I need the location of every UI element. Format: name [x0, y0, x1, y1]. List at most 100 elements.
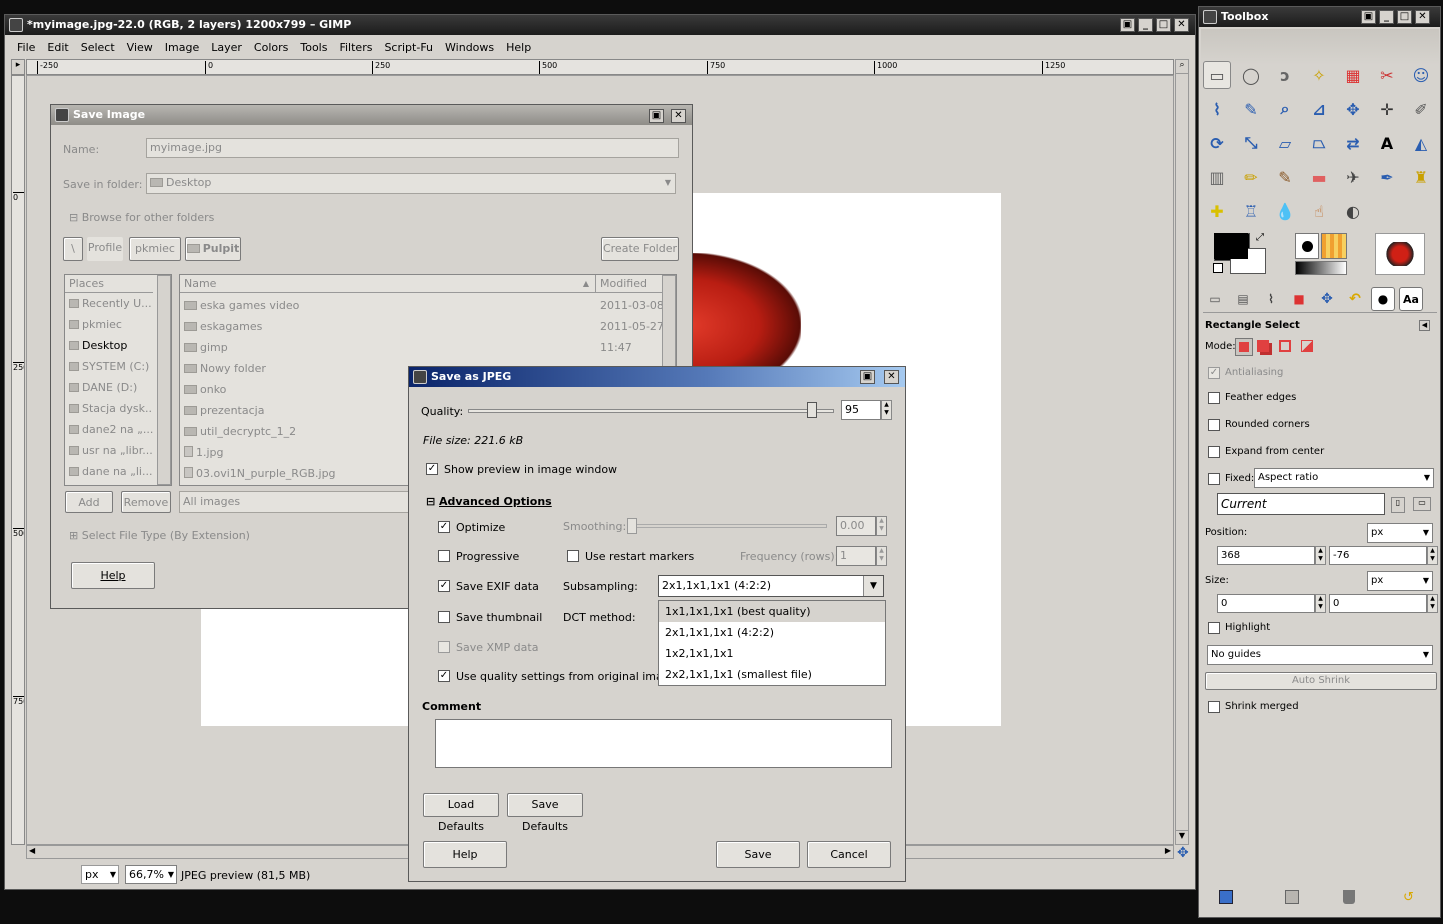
scale-icon[interactable]: ⤡ — [1237, 129, 1265, 157]
size-height-field[interactable]: 0 — [1329, 594, 1427, 613]
frequency-value-field[interactable]: 1 — [836, 546, 876, 566]
eraser-icon[interactable]: ▬ — [1305, 163, 1333, 191]
position-y-spin[interactable]: ▲ ▼ — [1427, 546, 1438, 565]
dodge-burn-icon[interactable]: ◐ — [1339, 197, 1367, 225]
smoothing-spin[interactable]: ▲ ▼ — [876, 516, 887, 536]
color-picker-icon[interactable]: ✎ — [1237, 95, 1265, 123]
perspective-icon[interactable]: ⏢ — [1305, 129, 1333, 157]
align-icon[interactable]: ✛ — [1373, 95, 1401, 123]
bucket-fill-icon[interactable]: ◭ — [1407, 129, 1435, 157]
blend-icon[interactable]: ▥ — [1203, 163, 1231, 191]
cancel-button[interactable]: Cancel — [807, 841, 891, 868]
path-profile-button[interactable]: Profile — [87, 237, 123, 261]
save-thumbnail-checkbox[interactable] — [438, 611, 450, 623]
menu-image[interactable]: Image — [159, 39, 205, 57]
blur-icon[interactable]: 💧 — [1271, 197, 1299, 225]
quality-value-field[interactable]: 95 — [841, 400, 881, 420]
save-defaults-button[interactable]: Save Defaults — [507, 793, 583, 833]
menu-view[interactable]: View — [121, 39, 159, 57]
add-place-button[interactable]: Add — [65, 491, 113, 513]
place-item[interactable]: Desktop — [65, 335, 153, 356]
ellipse-select-icon[interactable]: ◯ — [1237, 61, 1265, 89]
modified-column-header[interactable]: Modified — [596, 275, 662, 293]
pencil-icon[interactable]: ✏ — [1237, 163, 1265, 191]
fuzzy-select-icon[interactable]: ✧ — [1305, 61, 1333, 89]
ruler-corner[interactable]: ▸ — [11, 59, 25, 75]
mode-replace-icon[interactable] — [1235, 338, 1253, 356]
close-button[interactable]: ✕ — [1174, 18, 1189, 32]
comment-textarea[interactable] — [435, 719, 892, 768]
airbrush-icon[interactable]: ✈ — [1339, 163, 1367, 191]
portrait-icon[interactable]: ▯ — [1391, 497, 1405, 513]
fonts-tab[interactable]: Aa — [1399, 287, 1423, 311]
flip-icon[interactable]: ⇄ — [1339, 129, 1367, 157]
swap-colors-icon[interactable]: ⤢ — [1256, 232, 1264, 243]
heal-icon[interactable]: ✚ — [1203, 197, 1231, 225]
default-colors-icon[interactable] — [1213, 263, 1223, 273]
fixed-mode-select[interactable]: Aspect ratio ▼ — [1254, 468, 1434, 488]
save-xmp-checkbox[interactable] — [438, 641, 450, 653]
place-item[interactable]: Recently U... — [65, 293, 153, 314]
channels-tab[interactable]: ■ — [1287, 287, 1311, 311]
optimize-checkbox[interactable]: ✓ — [438, 521, 450, 533]
progressive-checkbox[interactable] — [438, 550, 450, 562]
navigation-tab[interactable]: ✥ — [1315, 287, 1339, 311]
scissors-icon[interactable]: ✂ — [1373, 61, 1401, 89]
select-by-color-icon[interactable]: ▦ — [1339, 61, 1367, 89]
gradient-indicator[interactable] — [1295, 261, 1347, 275]
shear-icon[interactable]: ▱ — [1271, 129, 1299, 157]
perspective-clone-icon[interactable]: ♖ — [1237, 197, 1265, 225]
maximize-button[interactable]: □ — [1397, 10, 1412, 24]
smoothing-value-field[interactable]: 0.00 — [836, 516, 876, 536]
position-x-spin[interactable]: ▲ ▼ — [1315, 546, 1326, 565]
menu-tools[interactable]: Tools — [294, 39, 333, 57]
save-exif-checkbox[interactable]: ✓ — [438, 580, 450, 592]
unit-select[interactable]: px ▼ — [81, 865, 119, 884]
mode-add-icon[interactable] — [1257, 340, 1269, 352]
place-item[interactable]: dane2 na „... — [65, 419, 153, 440]
position-y-field[interactable]: -76 — [1329, 546, 1427, 565]
size-unit-select[interactable]: px ▼ — [1367, 571, 1433, 591]
restore-options-icon[interactable] — [1285, 890, 1299, 904]
place-item[interactable]: DANE (D:) — [65, 377, 153, 398]
file-row[interactable]: eska games video 2011-03-08 — [180, 295, 662, 316]
vertical-scrollbar[interactable]: ⌕ ▼ — [1175, 59, 1189, 845]
remove-place-button[interactable]: Remove — [121, 491, 171, 513]
place-item[interactable]: Stacja dysk... — [65, 398, 153, 419]
free-select-icon[interactable]: ↄ — [1271, 61, 1299, 89]
menu-layer[interactable]: Layer — [205, 39, 248, 57]
place-item[interactable]: usr na „libr... — [65, 440, 153, 461]
guides-select[interactable]: No guides ▼ — [1207, 645, 1433, 665]
mode-intersect-icon[interactable] — [1301, 340, 1313, 352]
crop-icon[interactable]: ✐ — [1407, 95, 1435, 123]
browse-expander[interactable]: ⊟ Browse for other folders — [69, 211, 214, 224]
show-preview-checkbox[interactable]: ✓ — [426, 463, 438, 475]
position-unit-select[interactable]: px ▼ — [1367, 523, 1433, 543]
create-folder-button[interactable]: Create Folder — [601, 237, 679, 261]
expand-from-center-checkbox[interactable] — [1208, 446, 1220, 458]
position-x-field[interactable]: 368 — [1217, 546, 1315, 565]
brush-indicator[interactable] — [1295, 233, 1319, 259]
feather-edges-checkbox[interactable] — [1208, 392, 1220, 404]
fixed-checkbox[interactable] — [1208, 473, 1220, 485]
size-height-spin[interactable]: ▲ ▼ — [1427, 594, 1438, 613]
close-button[interactable]: ✕ — [671, 109, 686, 123]
clone-icon[interactable]: ♜ — [1407, 163, 1435, 191]
maximize-button[interactable]: □ — [1156, 18, 1171, 32]
save-button[interactable]: Save — [716, 841, 800, 868]
zoom-select[interactable]: 66,7% ▼ — [125, 865, 177, 884]
landscape-icon[interactable]: ▭ — [1413, 497, 1431, 511]
path-root-button[interactable]: \ — [63, 237, 83, 261]
save-options-icon[interactable] — [1219, 890, 1233, 904]
active-image-thumbnail[interactable] — [1375, 233, 1425, 275]
menu-colors[interactable]: Colors — [248, 39, 294, 57]
restore-icon[interactable]: ▣ — [1361, 10, 1376, 24]
use-quality-checkbox[interactable]: ✓ — [438, 670, 450, 682]
configure-tab-icon[interactable]: ◀ — [1419, 320, 1430, 331]
menu-help[interactable]: Help — [500, 39, 537, 57]
subsampling-option[interactable]: 1x2,1x1,1x1 — [659, 643, 885, 664]
place-item[interactable]: pkmiec — [65, 314, 153, 335]
menu-file[interactable]: File — [11, 39, 41, 57]
paths-tab[interactable]: ⌇ — [1259, 287, 1283, 311]
quality-spin[interactable]: ▲ ▼ — [881, 400, 892, 420]
